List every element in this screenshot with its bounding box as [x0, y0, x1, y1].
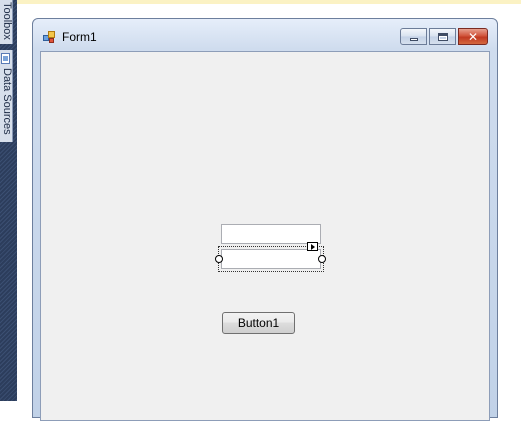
smart-tag-icon[interactable] [307, 242, 318, 251]
maximize-icon [438, 33, 448, 41]
close-icon: ✕ [468, 30, 479, 44]
form-client-area[interactable]: Button1 [40, 51, 490, 421]
close-button[interactable]: ✕ [458, 28, 488, 45]
maximize-button[interactable] [429, 28, 456, 45]
data-sources-tab-label: Data Sources [1, 68, 13, 135]
toolbox-tab-label: Toolbox [1, 2, 13, 40]
resize-handle-left[interactable] [215, 255, 223, 263]
resize-handle-right[interactable] [318, 255, 326, 263]
ide-dock-strip: Toolbox Data Sources [0, 0, 17, 401]
minimize-icon [410, 38, 418, 41]
textbox-1[interactable] [221, 224, 321, 244]
designer-top-band [17, 0, 521, 4]
data-sources-icon [1, 53, 10, 64]
form-app-icon [43, 31, 55, 43]
button-1[interactable]: Button1 [222, 312, 295, 334]
toolbox-side-tab[interactable]: Toolbox [0, 0, 13, 44]
form-window[interactable]: Form1 ✕ Button1 [32, 18, 498, 421]
form-title: Form1 [62, 30, 97, 44]
data-sources-side-tab[interactable]: Data Sources [0, 50, 13, 142]
form-title-bar[interactable]: Form1 ✕ [33, 19, 497, 51]
caption-buttons: ✕ [400, 28, 488, 45]
textbox-2[interactable] [221, 249, 321, 269]
minimize-button[interactable] [400, 28, 427, 45]
